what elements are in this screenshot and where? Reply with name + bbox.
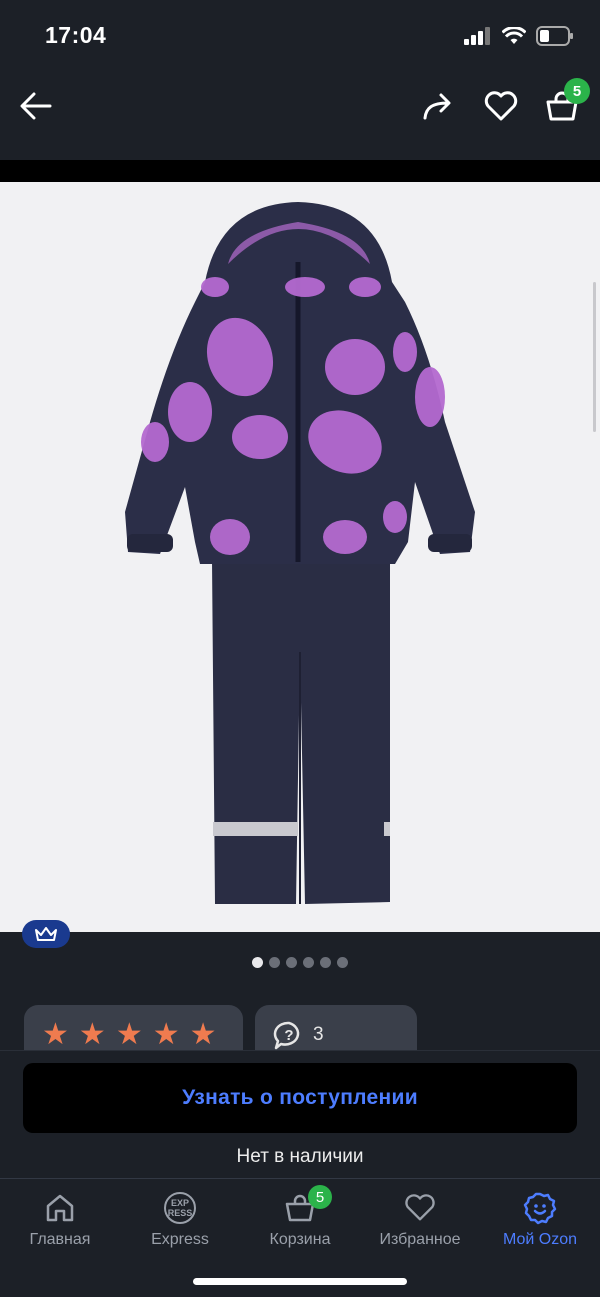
arrow-left-icon bbox=[20, 92, 52, 120]
star-icon: ★ bbox=[189, 1018, 217, 1051]
heart-icon bbox=[484, 91, 518, 121]
tab-my-ozon[interactable]: Мой Ozon bbox=[480, 1189, 600, 1249]
premium-badge bbox=[22, 920, 70, 948]
express-icon: EXP RESS bbox=[160, 1189, 200, 1227]
battery-icon bbox=[536, 26, 573, 46]
tab-label: Мой Ozon bbox=[502, 1231, 578, 1248]
crown-icon bbox=[35, 927, 57, 941]
product-image-gallery[interactable] bbox=[0, 182, 600, 932]
pagination-dot[interactable] bbox=[269, 957, 280, 968]
availability-status: Нет в наличии bbox=[236, 1146, 364, 1167]
tab-label: Избранное bbox=[379, 1231, 461, 1248]
cart-icon: 5 bbox=[280, 1185, 332, 1227]
star-icon: ★ bbox=[152, 1018, 180, 1051]
status-bar: 17:04 bbox=[0, 0, 600, 70]
pagination-dot[interactable] bbox=[337, 957, 348, 968]
pagination-dot[interactable] bbox=[252, 957, 263, 968]
status-time: 17:04 bbox=[45, 22, 107, 48]
star-icon: ★ bbox=[115, 1018, 143, 1051]
share-button[interactable] bbox=[416, 84, 460, 128]
notify-when-available-button[interactable]: Узнать о поступлении bbox=[23, 1063, 577, 1133]
heart-icon bbox=[400, 1189, 440, 1227]
gallery-scroll-indicator bbox=[593, 282, 596, 432]
question-bubble-icon: ? bbox=[273, 1021, 300, 1050]
pagination-dot[interactable] bbox=[286, 957, 297, 968]
svg-text:EXP: EXP bbox=[171, 1198, 189, 1208]
app-header: 5 bbox=[0, 70, 600, 160]
star-icon: ★ bbox=[42, 1018, 69, 1051]
status-icons bbox=[464, 26, 574, 46]
header-divider bbox=[0, 160, 600, 182]
svg-text:?: ? bbox=[284, 1027, 293, 1044]
questions-count: 3 bbox=[313, 1024, 324, 1045]
home-indicator bbox=[193, 1278, 407, 1285]
back-button[interactable] bbox=[14, 84, 58, 128]
tab-favorites[interactable]: Избранное bbox=[360, 1189, 480, 1249]
cart-button[interactable]: 5 bbox=[540, 78, 590, 128]
cellular-signal-icon bbox=[464, 27, 490, 45]
pagination-dot[interactable] bbox=[303, 957, 314, 968]
tab-label: Главная bbox=[29, 1231, 91, 1248]
profile-smile-icon bbox=[520, 1189, 560, 1227]
cart-tab-badge: 5 bbox=[308, 1185, 332, 1209]
tab-cart[interactable]: 5 Корзина bbox=[240, 1185, 360, 1249]
tab-label: Корзина bbox=[269, 1231, 331, 1248]
svg-text:RESS: RESS bbox=[168, 1208, 193, 1218]
product-image bbox=[125, 202, 475, 904]
share-arrow-icon bbox=[423, 93, 451, 120]
tab-label: Express bbox=[151, 1231, 209, 1248]
star-icon: ★ bbox=[78, 1018, 106, 1051]
wifi-icon bbox=[502, 27, 526, 44]
pagination-dot[interactable] bbox=[320, 957, 331, 968]
cart-count-badge: 5 bbox=[564, 78, 590, 104]
gallery-pagination[interactable] bbox=[0, 957, 600, 968]
tab-express[interactable]: EXP RESS Express bbox=[120, 1189, 240, 1249]
favorite-button[interactable] bbox=[479, 84, 523, 128]
home-icon bbox=[40, 1189, 80, 1227]
tab-home[interactable]: Главная bbox=[0, 1189, 120, 1249]
